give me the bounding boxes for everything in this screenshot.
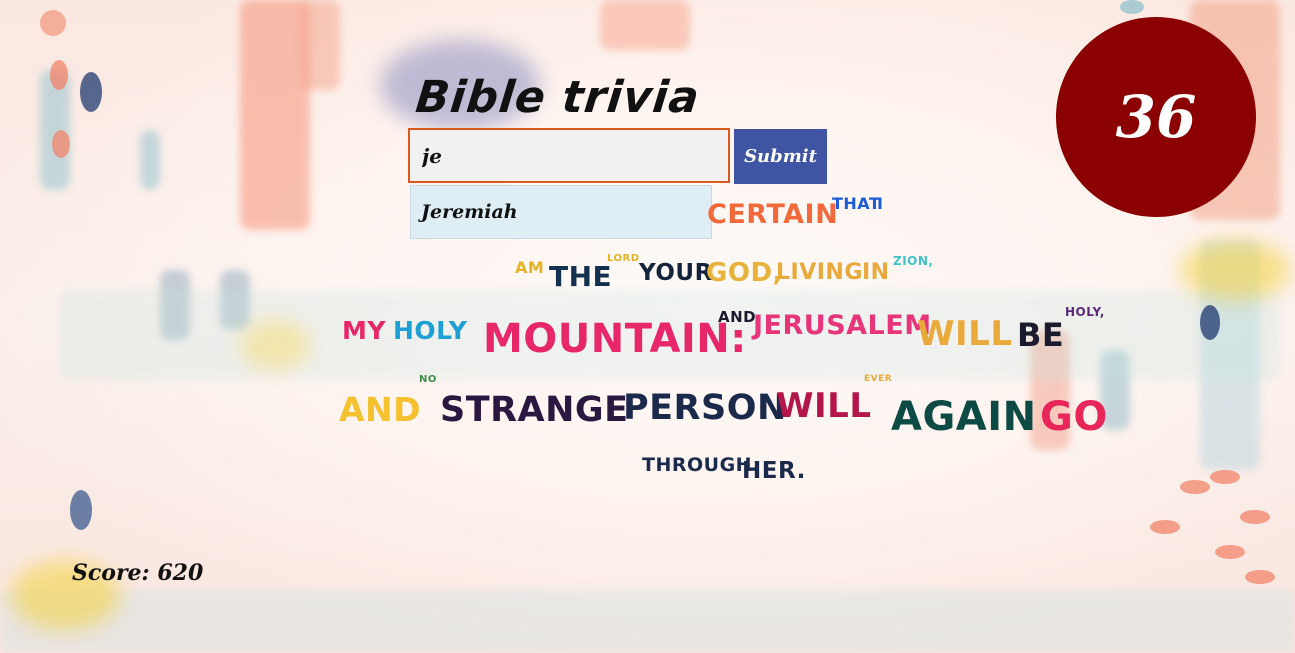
autocomplete-option-jeremiah[interactable]: Jeremiah xyxy=(411,186,711,238)
verse-word: and xyxy=(718,308,757,326)
verse-word: Jerusalem xyxy=(753,310,932,341)
verse-word: my xyxy=(342,316,386,345)
timer-value: 36 xyxy=(1115,83,1197,151)
verse-word: the xyxy=(549,260,613,293)
verse-word: certain xyxy=(707,199,839,230)
countdown-timer: 36 xyxy=(1056,17,1256,217)
verse-word: will xyxy=(776,386,872,426)
verse-word: will xyxy=(917,314,1013,354)
verse-word: no xyxy=(419,374,437,385)
verse-word: living xyxy=(776,260,863,285)
verse-word: ever xyxy=(864,374,893,384)
verse-word: your xyxy=(639,260,713,286)
verse-word: and xyxy=(339,390,422,429)
verse-word: am xyxy=(515,258,545,277)
verse-word: Lord xyxy=(607,253,640,264)
verse-word: strange xyxy=(440,390,629,430)
verse-word: through xyxy=(642,454,753,476)
score-display: Score: 620 xyxy=(72,560,204,586)
verse-word: God, xyxy=(706,258,783,288)
verse-word: her. xyxy=(742,458,806,484)
submit-button[interactable]: Submit xyxy=(734,129,827,184)
autocomplete-dropdown: Jeremiah xyxy=(410,185,712,239)
verse-word: that xyxy=(832,194,881,213)
verse-word: Zion, xyxy=(893,254,934,268)
verse-word: mountain: xyxy=(483,316,747,362)
verse-word: in xyxy=(862,260,890,285)
verse-word: person xyxy=(623,388,787,428)
verse-word: again xyxy=(891,394,1037,440)
verse-word: I xyxy=(877,194,884,213)
game-title: Bible trivia xyxy=(413,72,703,123)
verse-word: be xyxy=(1017,316,1065,354)
verse-word: holy xyxy=(393,316,468,345)
verse-word: go xyxy=(1040,394,1108,440)
verse-word: holy, xyxy=(1065,305,1105,319)
answer-input[interactable] xyxy=(408,128,730,183)
